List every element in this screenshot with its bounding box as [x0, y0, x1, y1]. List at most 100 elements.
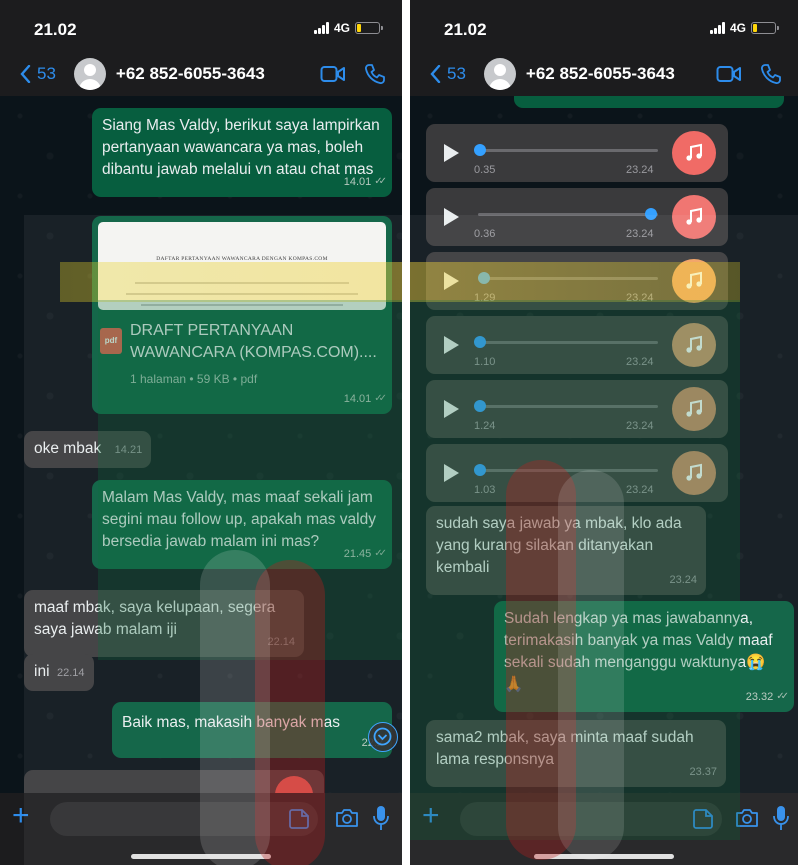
chevron-left-icon: [20, 65, 31, 83]
read-ticks-icon: ✓✓: [374, 176, 387, 187]
avatar[interactable]: [483, 58, 516, 90]
message-text: sudah saya jawab ya mbak, klo ada yang k…: [436, 515, 682, 576]
attach-plus-icon[interactable]: +: [12, 801, 30, 831]
message-bubble[interactable]: Siang Mas Valdy, berikut saya lampirkan …: [92, 108, 392, 197]
audio-scrubber[interactable]: [474, 144, 486, 156]
message-text: Siang Mas Valdy, berikut saya lampirkan …: [102, 117, 380, 178]
message-input[interactable]: [50, 802, 318, 836]
camera-icon[interactable]: [334, 807, 360, 829]
phone-call-icon[interactable]: [364, 63, 386, 85]
back-button[interactable]: 53: [20, 64, 56, 84]
status-bar: 21.02 4G: [0, 0, 402, 52]
message-time: 23.24: [626, 484, 654, 496]
battery-icon: [355, 22, 383, 34]
audio-progress-track[interactable]: [474, 464, 658, 476]
play-icon[interactable]: [444, 208, 459, 226]
play-icon[interactable]: [444, 400, 459, 418]
voice-note[interactable]: 1.24 23.24: [426, 380, 728, 438]
attach-plus-icon[interactable]: +: [422, 801, 440, 831]
message-time: 22.14: [267, 636, 295, 648]
message-bubble[interactable]: sudah saya jawab ya mbak, klo ada yang k…: [426, 506, 706, 595]
message-bubble[interactable]: ini 22.14: [24, 654, 94, 691]
message-text: maaf mbak, saya kelupaan, segera saya ja…: [34, 599, 276, 638]
doc-preview-title: DAFTAR PERTANYAAN WAWANCARA DENGAN KOMPA…: [156, 256, 328, 262]
signal-icon: [313, 22, 329, 34]
voice-note-partial[interactable]: [24, 770, 324, 793]
back-button[interactable]: 53: [430, 64, 466, 84]
camera-icon[interactable]: [734, 807, 760, 829]
message-bubble[interactable]: Malam Mas Valdy, mas maaf sekali jam seg…: [92, 480, 392, 569]
audio-progress-track[interactable]: [474, 336, 658, 348]
message-input[interactable]: [460, 802, 722, 836]
document-title: DRAFT PERTANYAAN WAWANCARA (KOMPAS.COM).…: [130, 322, 377, 361]
message-time: 23.37: [689, 766, 717, 778]
microphone-icon[interactable]: [772, 804, 790, 832]
audio-scrubber[interactable]: [474, 464, 486, 476]
audio-progress-track[interactable]: [474, 400, 658, 412]
message-text: Baik mas, makasih banyak mas: [122, 714, 340, 731]
pdf-file-icon: pdf: [100, 328, 122, 354]
message-text: ini: [34, 663, 50, 680]
message-bubble[interactable]: Sudah lengkap ya mas jawabannya, terimak…: [494, 601, 794, 712]
audio-file-icon: [672, 387, 716, 431]
message-time: 23.24: [626, 420, 654, 432]
message-bubble[interactable]: maaf mbak, saya kelupaan, segera saya ja…: [24, 590, 304, 657]
voice-duration: 1.03: [474, 484, 496, 496]
message-time: 14.01: [343, 176, 372, 188]
document-bubble[interactable]: DAFTAR PERTANYAAN WAWANCARA DENGAN KOMPA…: [92, 216, 392, 414]
contact-name[interactable]: +62 852-6055-3643: [116, 64, 320, 84]
chat-header: 53 +62 852-6055-3643: [410, 52, 798, 96]
video-call-icon[interactable]: [320, 65, 346, 83]
scroll-down-button[interactable]: [368, 722, 398, 752]
voice-note[interactable]: 1.10 23.24: [426, 316, 728, 374]
message-time: 14.21: [114, 444, 143, 456]
read-ticks-icon: ✓✓: [374, 548, 387, 559]
video-call-icon[interactable]: [716, 65, 742, 83]
read-ticks-icon: ✓✓: [374, 393, 387, 404]
audio-file-icon: [672, 323, 716, 367]
message-list[interactable]: Siang Mas Valdy, berikut saya lampirkan …: [0, 96, 402, 793]
audio-file-icon: [672, 195, 716, 239]
message-text: oke mbak: [34, 440, 102, 457]
audio-progress-track[interactable]: [477, 272, 658, 284]
audio-scrubber[interactable]: [644, 208, 657, 220]
phone-call-icon[interactable]: [760, 63, 782, 85]
voice-note[interactable]: 0.36 23.24: [426, 188, 728, 246]
play-icon[interactable]: [444, 336, 459, 354]
microphone-icon[interactable]: [372, 804, 390, 832]
message-time: 23.24: [669, 574, 697, 586]
play-icon[interactable]: [444, 144, 459, 162]
message-bubble[interactable]: Baik mas, makasih banyak mas 22.2: [112, 702, 392, 758]
message-bubble[interactable]: sama2 mbak, saya minta maaf sudah lama r…: [426, 720, 726, 787]
audio-progress-track[interactable]: [474, 144, 658, 156]
audio-scrubber[interactable]: [477, 272, 490, 284]
audio-scrubber[interactable]: [474, 400, 486, 412]
message-text: sama2 mbak, saya minta maaf sudah lama r…: [436, 729, 694, 768]
home-indicator: [534, 854, 674, 859]
status-time: 21.02: [34, 20, 77, 39]
message-bubble-partial[interactable]: 22.26✓✓: [514, 96, 784, 108]
sticker-icon[interactable]: [288, 808, 310, 830]
audio-scrubber[interactable]: [474, 336, 486, 348]
avatar[interactable]: [73, 58, 106, 90]
document-preview: DAFTAR PERTANYAAN WAWANCARA DENGAN KOMPA…: [98, 222, 386, 310]
sticker-icon[interactable]: [692, 808, 714, 830]
audio-progress-track[interactable]: [478, 208, 658, 220]
message-time: 23.24: [626, 356, 654, 368]
voice-note[interactable]: 1.29 23.24: [426, 252, 728, 310]
play-icon[interactable]: [444, 464, 459, 482]
message-bubble[interactable]: oke mbak 14.21: [24, 431, 152, 468]
document-info: 1 halaman • 59 KB • pdf: [130, 372, 258, 386]
contact-name[interactable]: +62 852-6055-3643: [526, 64, 716, 84]
chevron-left-icon: [430, 65, 441, 83]
voice-note[interactable]: 1.03 23.24: [426, 444, 728, 502]
left-chat-screen: 21.02 4G 53 +62 852-6055-3643 Siang Mas …: [0, 0, 402, 865]
audio-file-icon: [672, 451, 716, 495]
voice-note[interactable]: 0.35 23.24: [426, 124, 728, 182]
message-text: Sudah lengkap ya mas jawabannya, terimak…: [504, 610, 773, 693]
message-list[interactable]: 22.26✓✓ 0.3523.24 0.3623.24 1.2923.24 1.102…: [410, 96, 798, 793]
status-time: 21.02: [444, 20, 487, 39]
message-text: Malam Mas Valdy, mas maaf sekali jam seg…: [102, 489, 376, 550]
play-icon[interactable]: [444, 272, 459, 290]
battery-icon: [751, 22, 779, 34]
